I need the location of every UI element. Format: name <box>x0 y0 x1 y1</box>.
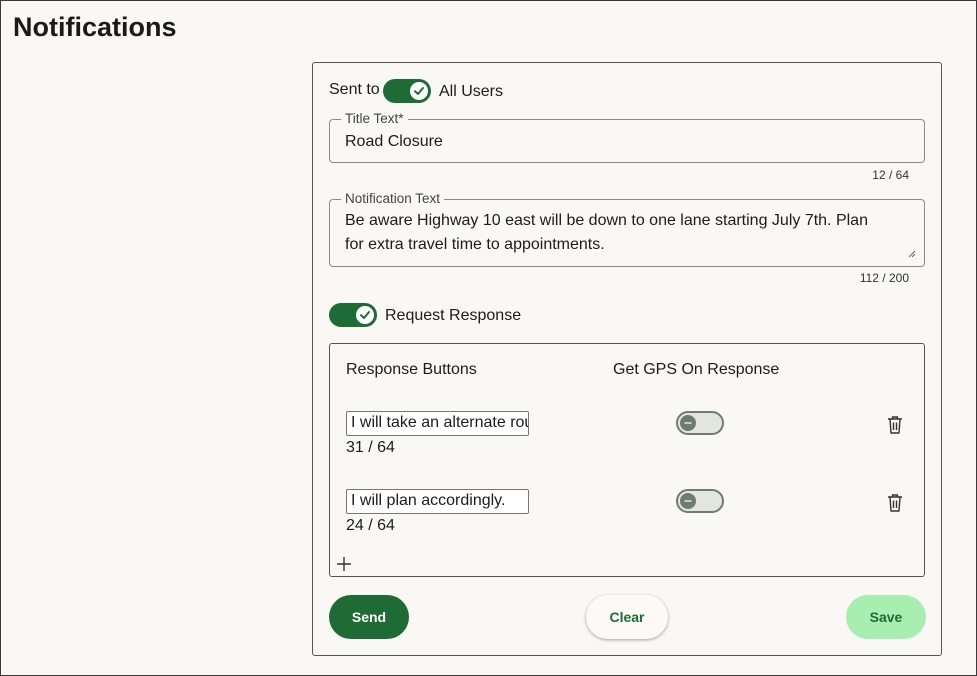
title-text-value: Road Closure <box>345 133 443 150</box>
gps-toggle-1[interactable] <box>676 411 724 435</box>
toggle-knob <box>680 493 696 509</box>
notification-form-card: Sent to All Users Title Text* Road Closu… <box>312 62 942 656</box>
trash-icon[interactable] <box>886 415 904 435</box>
page-title: Notifications <box>13 12 177 42</box>
check-icon <box>360 311 370 319</box>
plus-icon[interactable] <box>336 556 352 572</box>
send-button[interactable]: Send <box>329 595 409 639</box>
check-icon <box>414 87 424 95</box>
request-response-toggle[interactable] <box>329 303 377 327</box>
notification-text-line-1: Be aware Highway 10 east will be down to… <box>345 212 868 229</box>
response-button-input-1[interactable]: I will take an alternate route. <box>346 411 529 436</box>
notification-text-counter: 112 / 200 <box>859 271 909 285</box>
clear-button[interactable]: Clear <box>586 595 668 639</box>
response-button-counter-2: 24 / 64 <box>346 517 395 534</box>
response-button-input-2[interactable]: I will plan accordingly. <box>346 489 529 514</box>
gps-on-response-header: Get GPS On Response <box>613 361 780 378</box>
sent-to-toggle[interactable] <box>383 79 431 103</box>
response-button-counter-1: 31 / 64 <box>346 439 395 456</box>
title-text-counter: 12 / 64 <box>872 168 909 182</box>
response-buttons-header: Response Buttons <box>346 361 477 378</box>
request-response-label: Request Response <box>385 307 522 324</box>
response-buttons-panel: Response Buttons Get GPS On Response I w… <box>329 343 925 577</box>
trash-icon[interactable] <box>886 493 904 513</box>
toggle-knob <box>356 306 374 324</box>
minus-icon <box>684 500 692 502</box>
notification-text-label: Notification Text <box>341 192 445 206</box>
minus-icon <box>684 422 692 424</box>
sent-to-label: Sent to <box>329 81 380 98</box>
resize-handle-icon[interactable] <box>906 248 916 258</box>
toggle-knob <box>410 82 428 100</box>
notification-text-field[interactable]: Notification Text Be aware Highway 10 ea… <box>329 192 925 267</box>
toggle-knob <box>680 415 696 431</box>
title-text-field[interactable]: Title Text* Road Closure <box>329 112 925 163</box>
title-text-label: Title Text* <box>341 112 408 126</box>
all-users-label: All Users <box>439 83 504 100</box>
save-button[interactable]: Save <box>846 595 926 639</box>
gps-toggle-2[interactable] <box>676 489 724 513</box>
notification-text-line-2: for extra travel time to appointments. <box>345 236 605 253</box>
